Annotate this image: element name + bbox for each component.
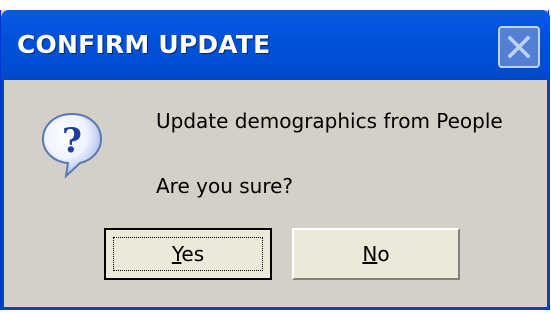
no-button-label: No (362, 242, 389, 266)
yes-button[interactable]: Yes (104, 228, 272, 280)
title-bar[interactable]: CONFIRM UPDATE (1, 10, 550, 80)
dialog-body: ? Update demographics from People Are yo… (1, 80, 550, 310)
yes-button-label: Yes (172, 242, 204, 266)
yes-label-rest: es (181, 242, 205, 266)
yes-mnemonic: Y (171, 242, 182, 266)
confirm-dialog: CONFIRM UPDATE ? Update demographics fro… (0, 10, 550, 310)
window-title: CONFIRM UPDATE (17, 30, 271, 59)
message-line-1: Update demographics from People (156, 109, 503, 133)
no-mnemonic: N (362, 242, 378, 266)
no-button[interactable]: No (291, 227, 461, 281)
question-icon: ? (41, 112, 103, 179)
message-line-2: Are you sure? (156, 174, 294, 198)
svg-text:?: ? (62, 121, 82, 161)
no-label-rest: o (377, 242, 390, 266)
close-button[interactable] (498, 26, 540, 68)
close-icon (507, 35, 531, 59)
